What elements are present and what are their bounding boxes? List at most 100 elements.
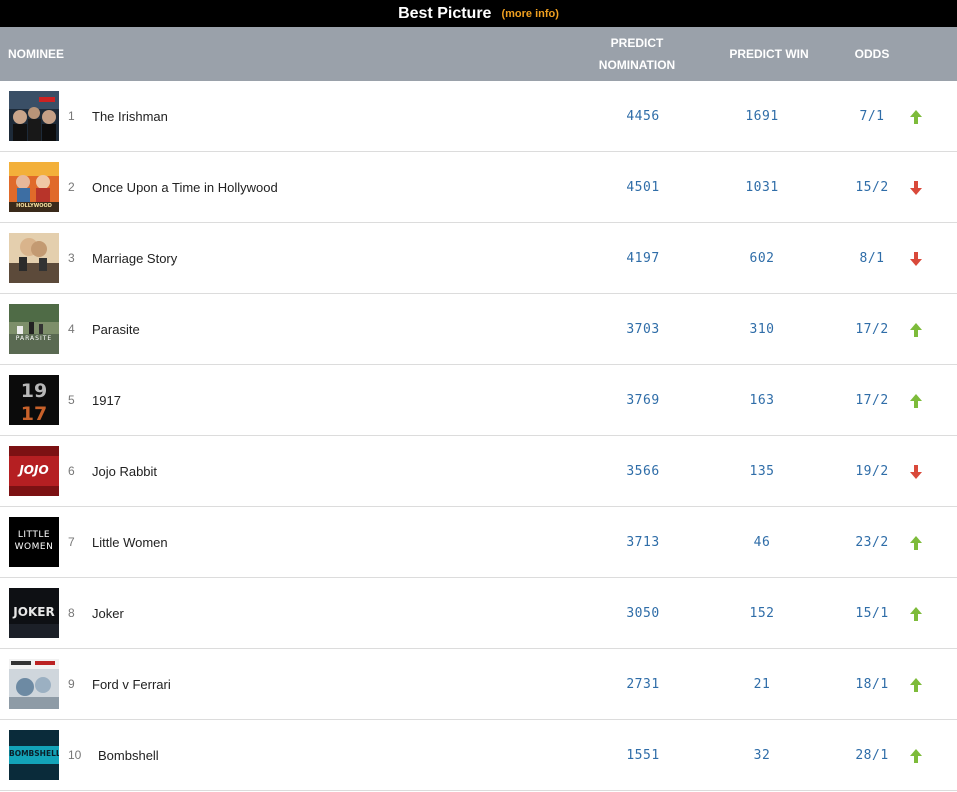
table-row[interactable]: 9 Ford v Ferrari 2731 21 18/1 xyxy=(0,649,957,720)
nominee-title[interactable]: Once Upon a Time in Hollywood xyxy=(92,152,278,222)
nominee-title[interactable]: Ford v Ferrari xyxy=(92,649,171,719)
odds-value: 8/1 xyxy=(859,250,885,266)
nominee-title[interactable]: Bombshell xyxy=(98,720,159,790)
predict-win-value: 21 xyxy=(753,676,771,692)
predict-win-value: 46 xyxy=(753,534,771,550)
nominee-title[interactable]: Joker xyxy=(92,578,124,648)
column-header-odds: ODDS xyxy=(854,47,890,61)
table-row[interactable]: JOJO 6 Jojo Rabbit 3566 135 19/2 xyxy=(0,436,957,507)
poster-the-irishman[interactable] xyxy=(9,91,59,141)
arrow-up-icon xyxy=(910,110,922,124)
table-row[interactable]: 1 The Irishman 4456 1691 7/1 xyxy=(0,81,957,152)
rank: 8 xyxy=(68,606,75,620)
rank: 1 xyxy=(68,109,75,123)
rank: 4 xyxy=(68,322,75,336)
odds-value: 23/2 xyxy=(855,534,889,550)
predict-nomination-value: 2731 xyxy=(626,676,660,692)
nominee-title[interactable]: Jojo Rabbit xyxy=(92,436,157,506)
svg-text:19: 19 xyxy=(21,380,47,402)
poster-parasite[interactable]: PARASITE xyxy=(9,304,59,354)
nominee-title[interactable]: Marriage Story xyxy=(92,223,177,293)
arrow-up-icon xyxy=(910,678,922,692)
more-info-link[interactable]: (more info) xyxy=(501,8,558,20)
predict-win-value: 135 xyxy=(749,463,775,479)
predict-nomination-value: 1551 xyxy=(626,747,660,763)
column-header-predict-nomination-line2: NOMINATION xyxy=(598,58,676,72)
arrow-down-icon xyxy=(910,181,922,195)
table-row[interactable]: LITTLE WOMEN 7 Little Women 3713 46 23/2 xyxy=(0,507,957,578)
predict-win-value: 163 xyxy=(749,392,775,408)
poster-text: HOLLYWOOD xyxy=(16,203,52,209)
predict-nomination-value: 3713 xyxy=(626,534,660,550)
predict-win-value: 152 xyxy=(749,605,775,621)
predict-win-value: 602 xyxy=(749,250,775,266)
arrow-up-icon xyxy=(910,323,922,337)
column-header-predict-nomination-line1: PREDICT xyxy=(610,36,664,50)
arrow-down-icon xyxy=(910,252,922,266)
predict-win-value: 1691 xyxy=(745,108,779,124)
rank: 3 xyxy=(68,251,75,265)
predict-nomination-value: 3769 xyxy=(626,392,660,408)
rank: 6 xyxy=(68,464,75,478)
poster-bombshell[interactable]: BOMBSHELL xyxy=(9,730,59,780)
table-row[interactable]: HOLLYWOOD 2 Once Upon a Time in Hollywoo… xyxy=(0,152,957,223)
category-title: Best Picture xyxy=(398,4,492,22)
odds-value: 15/2 xyxy=(855,179,889,195)
odds-value: 18/1 xyxy=(855,676,889,692)
poster-little-women[interactable]: LITTLE WOMEN xyxy=(9,517,59,567)
poster-joker[interactable]: JOKER xyxy=(9,588,59,638)
column-header-predict-win: PREDICT WIN xyxy=(729,47,809,61)
poster-ford-v-ferrari[interactable] xyxy=(9,659,59,709)
table-row[interactable]: JOKER 8 Joker 3050 152 15/1 xyxy=(0,578,957,649)
arrow-up-icon xyxy=(910,536,922,550)
nominee-title[interactable]: The Irishman xyxy=(92,81,168,151)
poster-text: PARASITE xyxy=(15,335,53,342)
nominee-list: 1 The Irishman 4456 1691 7/1 HOLLYWOOD 2… xyxy=(0,81,957,791)
column-header-nominee: NOMINEE xyxy=(8,47,65,61)
predict-nomination-value: 3050 xyxy=(626,605,660,621)
poster-text: JOKER xyxy=(13,605,55,619)
poster-text: BOMBSHELL xyxy=(9,749,59,758)
poster-once-upon-a-time-in-hollywood[interactable]: HOLLYWOOD xyxy=(9,162,59,212)
rank: 9 xyxy=(68,677,75,691)
arrow-up-icon xyxy=(910,607,922,621)
odds-value: 17/2 xyxy=(855,392,889,408)
predict-win-value: 310 xyxy=(749,321,775,337)
rank: 2 xyxy=(68,180,75,194)
odds-value: 15/1 xyxy=(855,605,889,621)
predict-nomination-value: 3703 xyxy=(626,321,660,337)
table-row[interactable]: PARASITE 4 Parasite 3703 310 17/2 xyxy=(0,294,957,365)
odds-value: 7/1 xyxy=(859,108,885,124)
predict-nomination-value: 3566 xyxy=(626,463,660,479)
odds-value: 17/2 xyxy=(855,321,889,337)
poster-jojo-rabbit[interactable]: JOJO xyxy=(9,446,59,496)
predict-nomination-value: 4197 xyxy=(626,250,660,266)
poster-text: JOJO xyxy=(19,463,49,477)
poster-text: LITTLE WOMEN xyxy=(14,530,54,552)
odds-value: 28/1 xyxy=(855,747,889,763)
category-banner: Best Picture (more info) xyxy=(0,0,957,27)
svg-text:17: 17 xyxy=(21,403,47,425)
rank: 7 xyxy=(68,535,75,549)
column-header-predict-nomination: PREDICT NOMINATION xyxy=(596,27,678,81)
rank: 10 xyxy=(68,748,82,762)
predict-win-value: 1031 xyxy=(745,179,779,195)
table-row[interactable]: BOMBSHELL 10 Bombshell 1551 32 28/1 xyxy=(0,720,957,791)
arrow-up-icon xyxy=(910,394,922,408)
rank: 5 xyxy=(68,393,75,407)
poster-1917[interactable]: 19 17 xyxy=(9,375,59,425)
table-row[interactable]: 3 Marriage Story 4197 602 8/1 xyxy=(0,223,957,294)
arrow-up-icon xyxy=(910,749,922,763)
best-picture-widget: Best Picture (more info) NOMINEE PREDICT… xyxy=(0,0,957,792)
arrow-down-icon xyxy=(910,465,922,479)
predict-nomination-value: 4501 xyxy=(626,179,660,195)
odds-value: 19/2 xyxy=(855,463,889,479)
nominee-title[interactable]: Parasite xyxy=(92,294,140,364)
poster-marriage-story[interactable] xyxy=(9,233,59,283)
predict-win-value: 32 xyxy=(753,747,771,763)
nominee-title[interactable]: 1917 xyxy=(92,365,121,435)
table-header: NOMINEE PREDICT NOMINATION PREDICT WIN O… xyxy=(0,27,957,81)
table-row[interactable]: 19 17 5 1917 3769 163 17/2 xyxy=(0,365,957,436)
predict-nomination-value: 4456 xyxy=(626,108,660,124)
nominee-title[interactable]: Little Women xyxy=(92,507,168,577)
